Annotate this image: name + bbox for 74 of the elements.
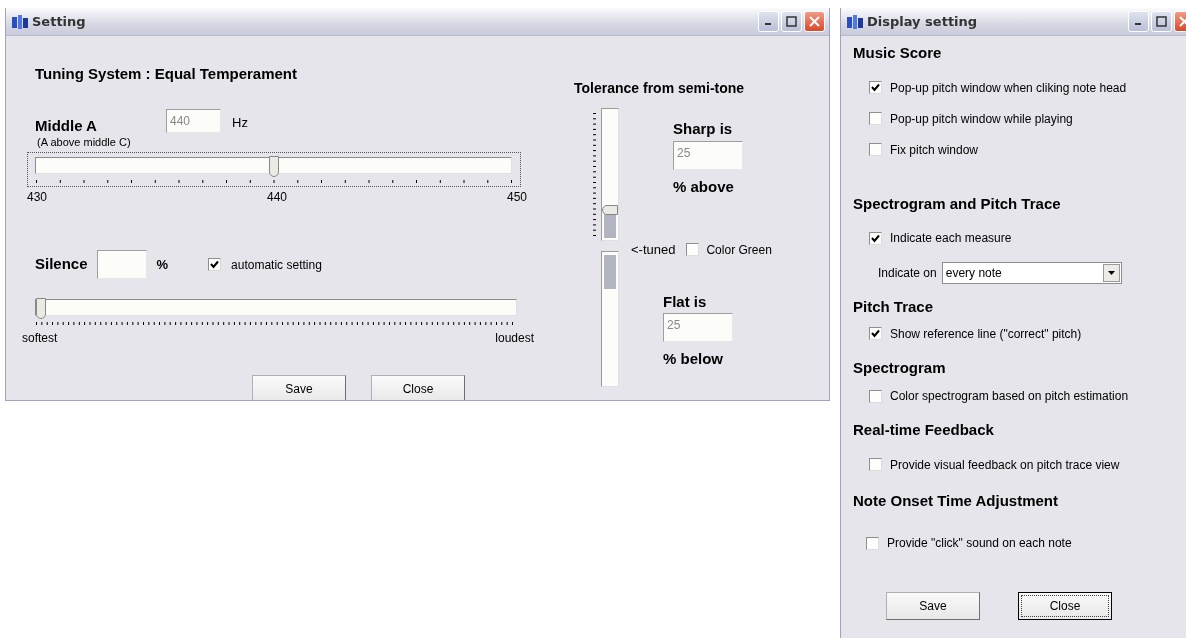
window-title: Display setting — [867, 12, 979, 31]
checkbox-label: Fix pitch window — [890, 141, 979, 159]
field-label: Middle A — [35, 115, 98, 136]
checkbox-label: Show reference line ("correct" pitch) — [890, 325, 1082, 343]
checkbox[interactable] — [869, 231, 882, 245]
slider[interactable] — [35, 299, 517, 326]
scale-label: softest — [22, 330, 58, 347]
checkbox[interactable] — [869, 143, 882, 156]
button[interactable]: Save — [252, 375, 346, 400]
close-icon — [809, 16, 820, 27]
slider[interactable] — [601, 251, 619, 387]
checkbox[interactable] — [686, 243, 700, 257]
dropdown[interactable]: every note — [941, 262, 1122, 284]
tick-label: 450 — [506, 189, 527, 206]
app-icon — [12, 14, 28, 29]
unit-label: % below — [663, 349, 724, 369]
section-title: Real-time Feedback — [853, 420, 995, 440]
input-field[interactable]: 25 — [663, 313, 733, 342]
field-label: Silence — [35, 254, 88, 275]
checkbox-label: Color spectrogram based on pitch estimation — [890, 388, 1129, 405]
tick-label: 440 — [267, 189, 287, 206]
scale-label: loudest — [495, 330, 534, 347]
checkbox[interactable] — [869, 112, 882, 125]
unit-label: % above — [673, 176, 735, 197]
maximize-icon — [1156, 16, 1167, 27]
checkbox[interactable] — [208, 258, 222, 271]
close-button[interactable] — [804, 11, 825, 32]
maximize-icon — [786, 16, 797, 27]
checkbox-label: Provide visual feedback on pitch trace view — [890, 456, 1120, 474]
checkbox-label: Indicate each measure — [890, 230, 1012, 247]
slider-thumb[interactable] — [268, 156, 279, 177]
input-field[interactable]: 440 — [166, 108, 221, 133]
slider[interactable] — [601, 108, 619, 241]
checkbox[interactable] — [869, 81, 882, 94]
checkbox-label: Color Green — [706, 241, 772, 259]
unit-label: % — [156, 255, 169, 274]
button[interactable]: Close — [1018, 592, 1112, 620]
checkbox-label: automatic setting — [231, 256, 322, 274]
checkbox[interactable] — [869, 458, 882, 471]
section-title: Tolerance from semi-tone — [574, 79, 746, 98]
section-title: Music Score — [853, 43, 943, 63]
checkbox[interactable] — [869, 389, 882, 403]
checkbox-label: Pop-up pitch window while playing — [890, 110, 1073, 128]
input-field[interactable] — [96, 250, 147, 279]
input-field[interactable]: 25 — [673, 140, 743, 170]
tuned-label: <-tuned — [631, 241, 676, 259]
section-title: Note Onset Time Adjustment — [853, 490, 1060, 511]
minimize-button[interactable] — [1128, 11, 1149, 32]
section-title: Spectrogram — [853, 357, 947, 378]
unit-label: Hz — [232, 113, 248, 132]
button[interactable]: Save — [886, 592, 980, 620]
minimize-button[interactable] — [758, 11, 779, 32]
slider-thumb[interactable] — [602, 205, 618, 216]
maximize-button[interactable] — [781, 11, 802, 32]
checkbox[interactable] — [869, 327, 882, 340]
tuning-system-label: Tuning System : Equal Temperament — [35, 64, 298, 84]
checkbox-label: Provide "click" sound on each note — [887, 535, 1072, 552]
tick-label: 430 — [27, 189, 48, 206]
button[interactable]: Close — [371, 375, 465, 400]
dropdown-value: every note — [945, 265, 1002, 282]
checkbox-label: Pop-up pitch window when cliking note head — [890, 79, 1127, 97]
field-label: Sharp is — [673, 119, 734, 139]
window-title: Setting — [32, 12, 87, 31]
field-label: Indicate on — [878, 265, 937, 282]
maximize-button[interactable] — [1151, 11, 1172, 32]
field-sublabel: (A above middle C) — [37, 137, 132, 148]
slider[interactable] — [27, 152, 521, 187]
app-icon — [847, 14, 863, 29]
field-label: Flat is — [663, 291, 708, 312]
checkbox[interactable] — [866, 536, 879, 550]
slider-thumb[interactable] — [36, 298, 46, 319]
section-title: Pitch Trace — [853, 297, 935, 317]
caret-icon — [1107, 271, 1115, 275]
section-title: Spectrogram and Pitch Trace — [853, 193, 1062, 214]
